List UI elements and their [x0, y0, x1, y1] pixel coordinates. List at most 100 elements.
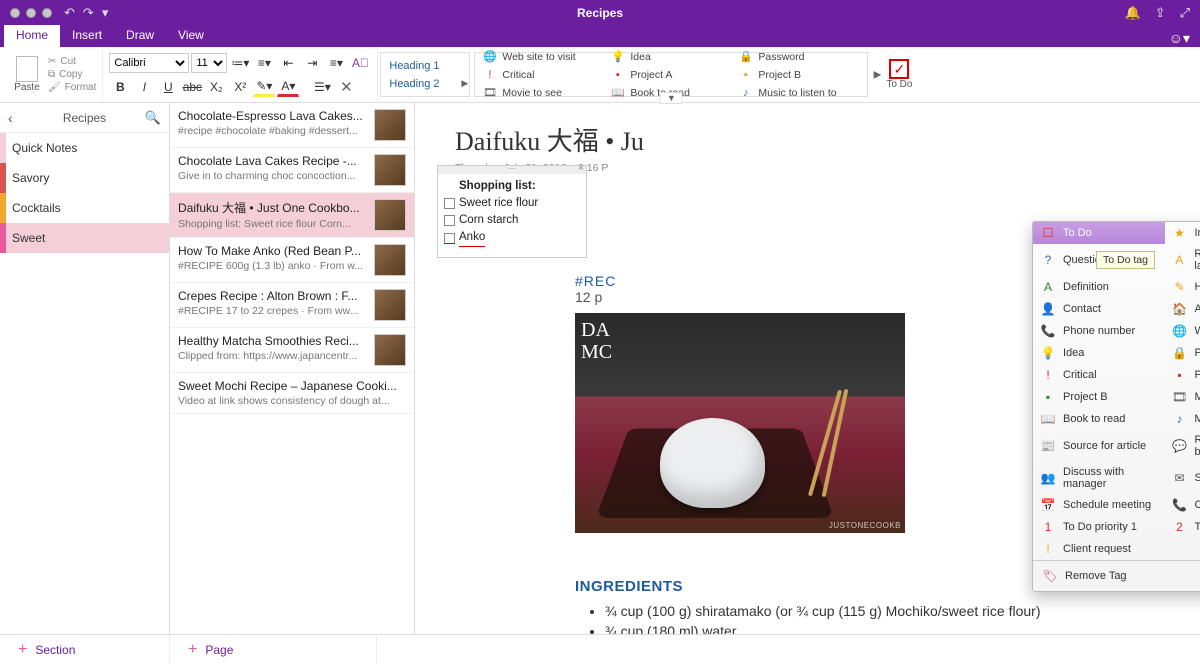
notifications-icon[interactable]: 🔔 — [1125, 5, 1141, 21]
bold-button[interactable]: B — [109, 77, 131, 97]
share-icon[interactable]: ⇪ — [1155, 5, 1166, 21]
page-item[interactable]: Chocolate-Espresso Lava Cakes...#recipe … — [170, 103, 414, 148]
tag-menu-item[interactable]: 📞Phone number — [1033, 320, 1165, 342]
format-painter-button[interactable]: 🖌Format — [48, 82, 96, 93]
tag-menu-item[interactable]: 2To Do priority 2 — [1165, 516, 1200, 538]
tag-menu-item[interactable]: 👥Discuss with manager — [1033, 462, 1165, 494]
tag-menu-item[interactable]: 👤Contact — [1033, 298, 1165, 320]
delete-button[interactable]: ✕ — [335, 77, 357, 97]
add-section-button[interactable]: +Section — [0, 635, 170, 664]
quick-access-toolbar[interactable]: ↶ ↷ ▾ — [64, 5, 108, 21]
shopping-list-container[interactable]: × Shopping list: Sweet rice flour Corn s… — [437, 165, 587, 258]
tag-icon: 📞 — [1173, 498, 1187, 512]
checkbox-icon[interactable] — [444, 215, 455, 226]
note-title[interactable]: Daifuku 大福 • Ju — [455, 121, 1200, 158]
qat-more-icon[interactable]: ▾ — [102, 5, 109, 21]
ingredients-section[interactable]: INGREDIENTS ¾ cup (100 g) shiratamako (o… — [575, 578, 1040, 634]
tag-menu-item[interactable]: ✎Highlight — [1165, 276, 1200, 298]
tag-menu-item[interactable]: 📰Source for article — [1033, 430, 1165, 462]
tag-menu-item[interactable]: ▪Project B — [1033, 386, 1165, 408]
window-controls[interactable] — [10, 8, 52, 18]
tag-menu-item[interactable]: ✉Send in email — [1165, 462, 1200, 494]
search-icon[interactable]: 🔍 — [145, 110, 161, 126]
ingredient-item[interactable]: ¾ cup (180 ml) water — [605, 621, 1040, 634]
tag-menu-item[interactable]: !Critical — [1033, 364, 1165, 386]
section-item[interactable]: Savory — [0, 163, 169, 193]
numbering-button[interactable]: ≡▾ — [253, 53, 275, 73]
checkbox-icon[interactable] — [444, 198, 455, 209]
tag-menu-item[interactable]: ADefinition — [1033, 276, 1165, 298]
page-item[interactable]: Daifuku 大福 • Just One Cookbo...Shopping … — [170, 193, 414, 238]
add-page-button[interactable]: +Page — [170, 635, 377, 664]
cut-button[interactable]: ✂Cut — [48, 56, 96, 67]
bullets-button[interactable]: ≔▾ — [229, 53, 251, 73]
tag-menu-item[interactable]: 💡Idea — [1033, 342, 1165, 364]
paste-button[interactable]: Paste — [6, 56, 48, 93]
tags-gallery[interactable]: 🌐Web site to visit 💡Idea 🔒Password !Crit… — [474, 52, 868, 97]
tag-menu-item[interactable]: ☐To Do — [1033, 222, 1165, 244]
undo-icon[interactable]: ↶ — [64, 5, 75, 21]
ingredient-item[interactable]: ¾ cup (100 g) shiratamako (or ¾ cup (115… — [605, 601, 1040, 621]
tag-menu-item[interactable]: ARemember for later — [1165, 244, 1200, 276]
redo-icon[interactable]: ↷ — [83, 5, 94, 21]
page-item[interactable]: How To Make Anko (Red Bean P...#RECIPE 6… — [170, 238, 414, 283]
tab-draw[interactable]: Draw — [114, 25, 166, 47]
back-icon[interactable]: ‹ — [8, 110, 13, 126]
copy-button[interactable]: ⧉Copy — [48, 69, 96, 80]
todo-button[interactable]: ✓To Do — [876, 59, 922, 90]
tag-menu-item[interactable]: 📞Call back — [1165, 494, 1200, 516]
font-color-button[interactable]: A▾ — [277, 77, 299, 97]
page-item[interactable]: Healthy Matcha Smoothies Reci...Clipped … — [170, 328, 414, 373]
tag-icon: ! — [1041, 368, 1055, 382]
section-item[interactable]: Sweet — [0, 223, 169, 253]
shopping-header[interactable]: Shopping list: — [444, 178, 580, 195]
outdent-button[interactable]: ⇤ — [277, 53, 299, 73]
remove-tag-button[interactable]: 🏷 Remove Tag — [1033, 560, 1200, 591]
tags-more-icon[interactable]: ▶ — [874, 69, 882, 80]
tag-menu-item[interactable]: 🏠Address — [1165, 298, 1200, 320]
note-canvas[interactable]: Daifuku 大福 • Ju Thursday, July 21, 2016 … — [415, 103, 1200, 634]
tag-menu-item[interactable]: 💬Remember for blog — [1165, 430, 1200, 462]
tag-menu-item[interactable]: !Client request — [1033, 538, 1165, 560]
fullscreen-icon[interactable]: ⤢ — [1180, 5, 1190, 21]
page-item[interactable]: Crepes Recipe : Alton Brown : F...#RECIP… — [170, 283, 414, 328]
tag-menu-item[interactable]: 📖Book to read — [1033, 408, 1165, 430]
page-item[interactable]: Sweet Mochi Recipe – Japanese Cooki...Vi… — [170, 373, 414, 414]
tab-insert[interactable]: Insert — [60, 25, 114, 47]
shopping-item[interactable]: Anko — [444, 229, 580, 247]
styles-button[interactable]: ☰▾ — [311, 77, 333, 97]
strike-button[interactable]: abc — [181, 77, 203, 97]
tab-home[interactable]: Home — [4, 25, 60, 47]
italic-button[interactable]: I — [133, 77, 155, 97]
subscript-button[interactable]: X₂ — [205, 77, 227, 97]
tag-menu-item[interactable]: 🎞Movie to see — [1165, 386, 1200, 408]
tag-menu-item[interactable]: 📅Schedule meeting — [1033, 494, 1165, 516]
tag-menu-item[interactable]: ▪Project A — [1165, 364, 1200, 386]
tag-icon: 🏠 — [1173, 302, 1187, 316]
tag-icon: 1 — [1041, 520, 1055, 534]
checkbox-icon[interactable] — [444, 233, 455, 244]
section-item[interactable]: Cocktails — [0, 193, 169, 223]
shopping-item[interactable]: Sweet rice flour — [444, 195, 580, 212]
shopping-item[interactable]: Corn starch — [444, 212, 580, 229]
tab-view[interactable]: View — [166, 25, 216, 47]
font-name-select[interactable]: Calibri — [109, 53, 189, 73]
page-item[interactable]: Chocolate Lava Cakes Recipe -...Give in … — [170, 148, 414, 193]
tag-menu-item[interactable]: ★Important — [1165, 222, 1200, 244]
smiley-icon[interactable]: ☺▾ — [1169, 30, 1190, 46]
indent-button[interactable]: ⇥ — [301, 53, 323, 73]
tag-menu-item[interactable]: ♪Music to listen to — [1165, 408, 1200, 430]
note-body[interactable]: #REC 12 p DAMC JUSTONECOOKB — [575, 273, 905, 533]
styles-gallery[interactable]: Heading 1 Heading 2 ▶ — [380, 52, 470, 97]
align-button[interactable]: ≡▾ — [325, 53, 347, 73]
section-item[interactable]: Quick Notes — [0, 133, 169, 163]
tag-menu-item[interactable]: 🌐Web site to visit — [1165, 320, 1200, 342]
superscript-button[interactable]: X² — [229, 77, 251, 97]
underline-button[interactable]: U — [157, 77, 179, 97]
tag-menu-item[interactable]: 1To Do priority 1 — [1033, 516, 1165, 538]
highlight-button[interactable]: ✎▾ — [253, 77, 275, 97]
font-size-select[interactable]: 11 — [191, 53, 227, 73]
tag-menu-item[interactable]: 🔒Password — [1165, 342, 1200, 364]
clear-format-button[interactable]: Aᷕ — [349, 53, 371, 73]
close-icon[interactable]: × — [578, 163, 584, 174]
